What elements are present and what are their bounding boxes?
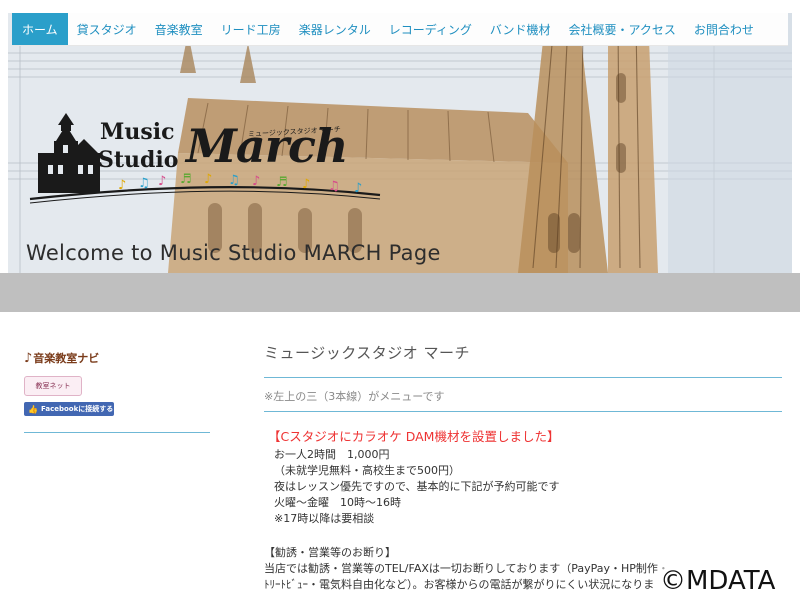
thumbs-up-icon: 👍 (28, 404, 38, 414)
svg-text:♪: ♪ (252, 174, 260, 189)
main-content: ミュージックスタジオ マーチ ※左上の三（3本線）がメニューです 【Cスタジオに… (264, 342, 784, 593)
title-divider (264, 377, 782, 378)
facebook-connect-button[interactable]: 👍 Facebookに接続する (24, 402, 114, 416)
notice-line: お一人2時間 1,000円 (274, 448, 390, 461)
page-title: ミュージックスタジオ マーチ (264, 344, 471, 362)
svg-text:♪: ♪ (204, 172, 212, 187)
svg-text:♫: ♫ (328, 179, 340, 194)
hero-banner: ♪ ♫ ♪ ♬ ♪ ♫ ♪ ♬ ♪ ♫ ♪ Music Studio March… (8, 13, 792, 273)
welcome-heading: Welcome to Music Studio MARCH Page (26, 241, 441, 265)
music-note-icon: ♪ (24, 350, 33, 366)
svg-text:♪: ♪ (118, 178, 126, 193)
notice-line: 夜はレッスン優先ですので、基本的に下記が予約可能です (274, 480, 560, 493)
nav-rental-studio[interactable]: 貸スタジオ (68, 13, 146, 45)
notice-line: （未就学児無料・高校生まで500円） (274, 464, 460, 477)
sidebar: ♪ 音楽教室ナビ 教室ネット 👍 Facebookに接続する (24, 348, 210, 433)
svg-text:♪: ♪ (354, 181, 362, 196)
facebook-button-label: Facebookに接続する (40, 405, 114, 413)
svg-text:♪: ♪ (302, 177, 310, 192)
nav-home[interactable]: ホーム (12, 13, 68, 45)
nav-instrument-rental[interactable]: 楽器レンタル (290, 13, 380, 45)
notice-line: 火曜～金曜 10時～16時 (274, 496, 401, 509)
nav-recording[interactable]: レコーディング (380, 13, 481, 45)
hero-bottom-band (0, 273, 800, 312)
nav-company-access[interactable]: 会社概要・アクセス (559, 13, 684, 45)
hint-divider (264, 411, 782, 412)
svg-text:♬: ♬ (180, 172, 192, 187)
logo-studio-text: Studio (98, 147, 179, 173)
svg-text:♫: ♫ (228, 173, 240, 188)
main-nav: ホーム 貸スタジオ 音楽教室 リード工房 楽器レンタル レコーディング バンド機… (12, 13, 788, 46)
music-school-navi-banner[interactable]: ♪ 音楽教室ナビ (24, 348, 210, 368)
banner-label: 音楽教室ナビ (33, 352, 100, 365)
logo-music-text: Music (100, 119, 175, 145)
solicitation-title: 【勧誘・営業等のお断り】 (264, 546, 396, 559)
karaoke-notice-title: 【Cスタジオにカラオケ DAM機材を設置しました】 (268, 429, 560, 444)
notice-line: ※17時以降は要相談 (274, 512, 375, 525)
sidebar-divider (24, 432, 210, 433)
nav-reed-workshop[interactable]: リード工房 (212, 13, 290, 45)
banner-label: 教室ネット (35, 382, 71, 390)
copyright-watermark: ©MDATA (660, 566, 776, 596)
svg-text:♫: ♫ (138, 176, 150, 191)
svg-text:♪: ♪ (158, 174, 166, 189)
nav-music-school[interactable]: 音楽教室 (146, 13, 212, 45)
kyoshitsu-net-banner[interactable]: 教室ネット (24, 376, 82, 396)
nav-band-equipment[interactable]: バンド機材 (481, 13, 560, 45)
svg-text:♬: ♬ (276, 175, 288, 190)
nav-contact[interactable]: お問合わせ (685, 13, 763, 45)
menu-hint: ※左上の三（3本線）がメニューです (264, 390, 445, 403)
